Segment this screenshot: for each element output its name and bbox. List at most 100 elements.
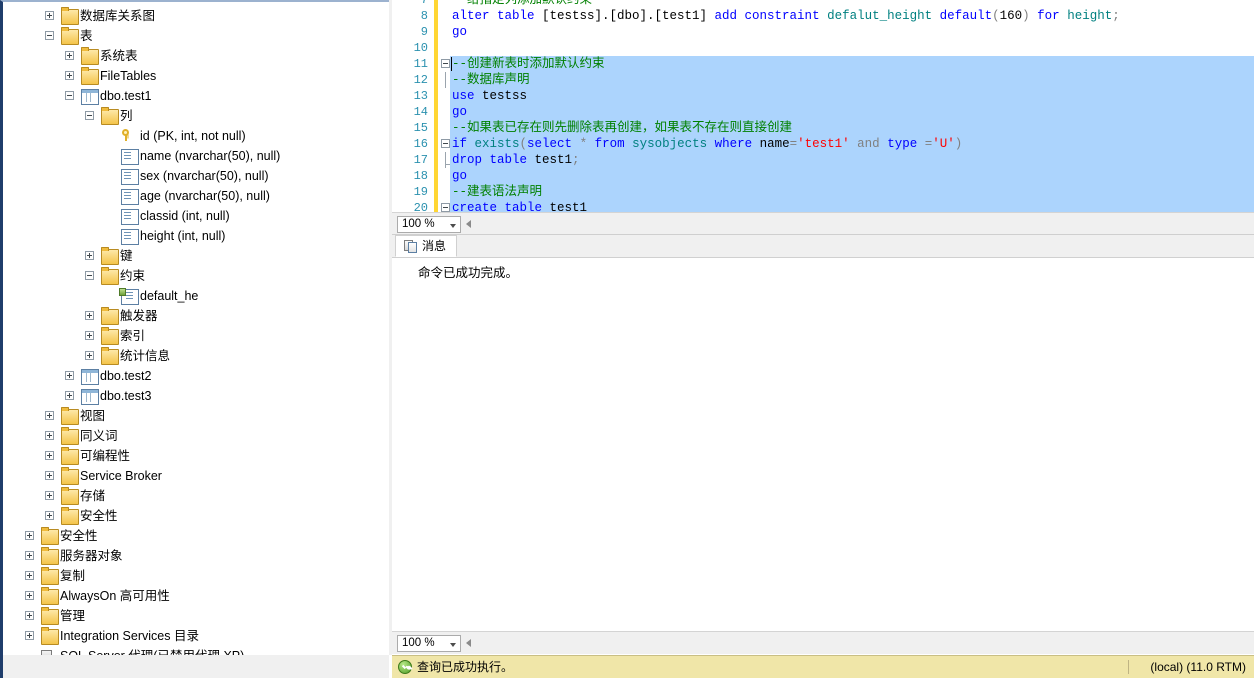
tree-node[interactable]: 表 (3, 26, 371, 46)
code-line[interactable]: 8 alter table [testss].[dbo].[test1] add … (392, 8, 1254, 24)
code-line[interactable]: 14 go (392, 104, 1254, 120)
expand-icon[interactable] (65, 51, 74, 60)
chevron-down-icon[interactable] (450, 643, 456, 647)
tree-node[interactable]: 存储 (3, 486, 371, 506)
code-line[interactable]: 19 --建表语法声明 (392, 184, 1254, 200)
code-token: name (759, 137, 790, 151)
column-icon (121, 149, 139, 165)
collapse-icon[interactable] (45, 31, 54, 40)
tree-node[interactable]: 安全性 (3, 506, 371, 526)
tree-node[interactable]: 数据库关系图 (3, 6, 371, 26)
collapse-icon[interactable] (85, 111, 94, 120)
expand-icon[interactable] (45, 411, 54, 420)
tree-node[interactable]: Integration Services 目录 (3, 626, 371, 646)
tree-node[interactable]: 可编程性 (3, 446, 371, 466)
tree-node[interactable]: sex (nvarchar(50), null) (3, 166, 371, 186)
sql-code-area[interactable]: 7 --给指定列添加默认约束 8 alter table [testss].[dbo]… (392, 0, 1254, 212)
tree-node[interactable]: 视图 (3, 406, 371, 426)
tree-node[interactable]: height (int, null) (3, 226, 371, 246)
collapse-region-icon[interactable] (441, 203, 450, 212)
chevron-down-icon[interactable] (450, 224, 456, 228)
code-line[interactable]: 18 go (392, 168, 1254, 184)
tree-node[interactable]: 复制 (3, 566, 371, 586)
tree-node-label: SQL Server 代理(已禁用代理 XP) (60, 646, 244, 655)
expand-icon[interactable] (45, 11, 54, 20)
tree-node[interactable]: 服务器对象 (3, 546, 371, 566)
expand-icon[interactable] (65, 391, 74, 400)
tree-node[interactable]: dbo.test2 (3, 366, 371, 386)
code-line[interactable]: 10 (392, 40, 1254, 56)
code-line[interactable]: 13 use testss (392, 88, 1254, 104)
tree-node[interactable]: 索引 (3, 326, 371, 346)
code-token: ; (572, 153, 580, 167)
tree-node[interactable]: 管理 (3, 606, 371, 626)
expand-icon[interactable] (25, 571, 34, 580)
expand-icon[interactable] (85, 351, 94, 360)
expand-icon[interactable] (25, 551, 34, 560)
tree-node[interactable]: AlwaysOn 高可用性 (3, 586, 371, 606)
code-token: --建表语法声明 (452, 185, 543, 199)
collapse-region-icon[interactable] (441, 59, 450, 68)
expand-icon[interactable] (85, 331, 94, 340)
tree-node[interactable]: name (nvarchar(50), null) (3, 146, 371, 166)
expand-icon[interactable] (45, 471, 54, 480)
tree-node[interactable]: 约束 (3, 266, 371, 286)
sql-editor-pane[interactable]: 7 --给指定列添加默认约束 8 alter table [testss].[dbo]… (392, 0, 1254, 212)
scroll-left-arrow-icon[interactable] (466, 220, 471, 228)
tree-node[interactable]: 安全性 (3, 526, 371, 546)
code-line[interactable]: 16 if exists(select * from sysobjects whe… (392, 136, 1254, 152)
editor-zoom-combo[interactable]: 100 % (397, 216, 461, 233)
expand-icon[interactable] (25, 531, 34, 540)
collapse-icon[interactable] (85, 271, 94, 280)
tree-node[interactable]: dbo.test3 (3, 386, 371, 406)
tree-node[interactable]: 列 (3, 106, 371, 126)
code-line[interactable]: 20 create table test1 (392, 200, 1254, 212)
expand-icon[interactable] (85, 311, 94, 320)
expand-icon[interactable] (45, 431, 54, 440)
results-scroll-left-arrow-icon[interactable] (466, 639, 471, 647)
tree-node[interactable]: id (PK, int, not null) (3, 126, 371, 146)
tree-node-label: height (int, null) (140, 229, 226, 243)
tree-node[interactable]: default_he (3, 286, 371, 306)
expand-icon[interactable] (25, 591, 34, 600)
object-explorer-tree[interactable]: 数据库关系图表系统表 FileTables dbo.test1 列 id (PK, in… (3, 6, 371, 655)
expand-icon[interactable] (45, 491, 54, 500)
expand-icon[interactable] (45, 511, 54, 520)
tree-node[interactable]: 统计信息 (3, 346, 371, 366)
expand-icon[interactable] (65, 71, 74, 80)
code-line[interactable]: 12 --数据库声明 (392, 72, 1254, 88)
code-line[interactable]: 9 go (392, 24, 1254, 40)
tree-node[interactable]: 同义词 (3, 426, 371, 446)
code-text: if exists(select * from sysobjects where… (452, 136, 962, 152)
code-token: 160 (999, 9, 1023, 23)
collapse-icon[interactable] (65, 91, 74, 100)
expand-icon[interactable] (25, 631, 34, 640)
tree-node[interactable]: classid (int, null) (3, 206, 371, 226)
tree-node[interactable]: age (nvarchar(50), null) (3, 186, 371, 206)
tree-node-label: 同义词 (80, 429, 118, 443)
tree-node[interactable]: 触发器 (3, 306, 371, 326)
tab-messages[interactable]: 消息 (395, 235, 458, 257)
collapse-region-icon[interactable] (441, 139, 450, 148)
column-icon (121, 189, 139, 205)
expand-icon[interactable] (45, 451, 54, 460)
tree-node-label: classid (int, null) (140, 209, 230, 223)
tree-node[interactable]: 键 (3, 246, 371, 266)
tree-node[interactable]: Service Broker (3, 466, 371, 486)
results-zoom-combo[interactable]: 100 % (397, 635, 461, 652)
code-line[interactable]: 17 drop table test1; (392, 152, 1254, 168)
expand-icon[interactable] (85, 251, 94, 260)
expand-icon[interactable] (25, 611, 34, 620)
tree-node[interactable]: SQL Server 代理(已禁用代理 XP) (3, 646, 371, 655)
tree-node-label: 约束 (120, 269, 146, 283)
code-line[interactable]: 7 --给指定列添加默认约束 (392, 0, 1254, 8)
code-line[interactable]: 15 --如果表已存在则先删除表再创建，如果表不存在则直接创建 (392, 120, 1254, 136)
tree-node[interactable]: 系统表 (3, 46, 371, 66)
code-token: defalut_height (827, 9, 940, 23)
code-token: ( (519, 137, 528, 151)
tree-node[interactable]: dbo.test1 (3, 86, 371, 106)
table-icon (81, 89, 99, 105)
code-line[interactable]: 11 --创建新表时添加默认约束 (392, 56, 1254, 72)
tree-node[interactable]: FileTables (3, 66, 371, 86)
expand-icon[interactable] (65, 371, 74, 380)
